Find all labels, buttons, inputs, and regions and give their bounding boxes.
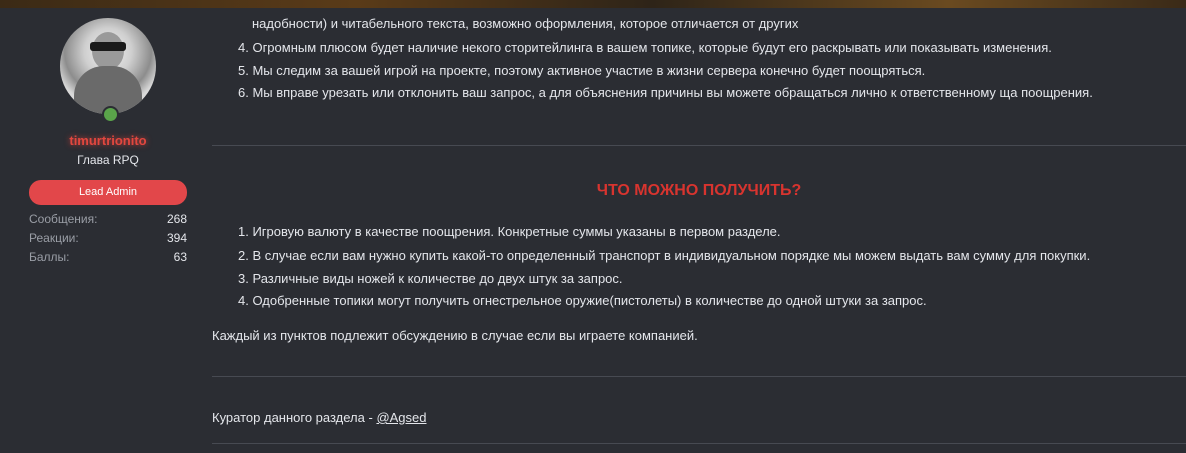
online-status-icon — [102, 106, 119, 123]
user-banner: Lead Admin — [29, 180, 187, 205]
header-background-strip — [0, 0, 1186, 8]
avatar[interactable] — [60, 18, 156, 123]
note-text: Каждый из пунктов подлежит обсуждению в … — [212, 328, 698, 343]
stat-value: 63 — [173, 250, 187, 264]
stat-label: Баллы: — [29, 250, 70, 264]
curator-label: Куратор данного раздела - — [212, 410, 377, 425]
list-item: 4. Огромным плюсом будет наличие некого … — [238, 40, 1052, 55]
list-item: 2. В случае если вам нужно купить какой-… — [238, 248, 1091, 263]
divider — [212, 443, 1186, 444]
divider — [212, 145, 1186, 146]
user-sidebar: timurtrionito Глава RPQ Lead Admin Сообщ… — [0, 8, 200, 453]
list-item: 5. Мы следим за вашей игрой на проекте, … — [238, 63, 926, 78]
stat-label: Реакции: — [29, 231, 79, 245]
list-item: 6. Мы вправе урезать или отклонить ваш з… — [238, 85, 1093, 100]
stat-value: 394 — [166, 231, 187, 245]
divider — [212, 376, 1186, 377]
username-link[interactable]: timurtrionito — [0, 133, 216, 148]
list-item: 4. Одобренные топики могут получить огне… — [238, 293, 927, 308]
stat-reactions: Реакции: 394 — [29, 231, 187, 250]
curator-mention-link[interactable]: @Agsed — [376, 410, 426, 425]
user-title: Глава RPQ — [77, 153, 139, 167]
list-item: надобности) и читабельного текста, возмо… — [252, 16, 799, 31]
stat-points: Баллы: 63 — [29, 250, 187, 269]
stat-value: 268 — [166, 212, 187, 226]
list-item: 3. Различные виды ножей к количестве до … — [238, 271, 623, 286]
user-stats: Сообщения: 268 Реакции: 394 Баллы: 63 — [29, 212, 187, 269]
list-item: 1. Игровую валюту в качестве поощрения. … — [238, 224, 781, 239]
section-title: ЧТО МОЖНО ПОЛУЧИТЬ? — [596, 182, 802, 199]
stat-label: Сообщения: — [29, 212, 98, 226]
stat-messages: Сообщения: 268 — [29, 212, 187, 231]
curator-line: Куратор данного раздела - @Agsed — [212, 410, 427, 425]
avatar-image[interactable] — [60, 18, 156, 114]
